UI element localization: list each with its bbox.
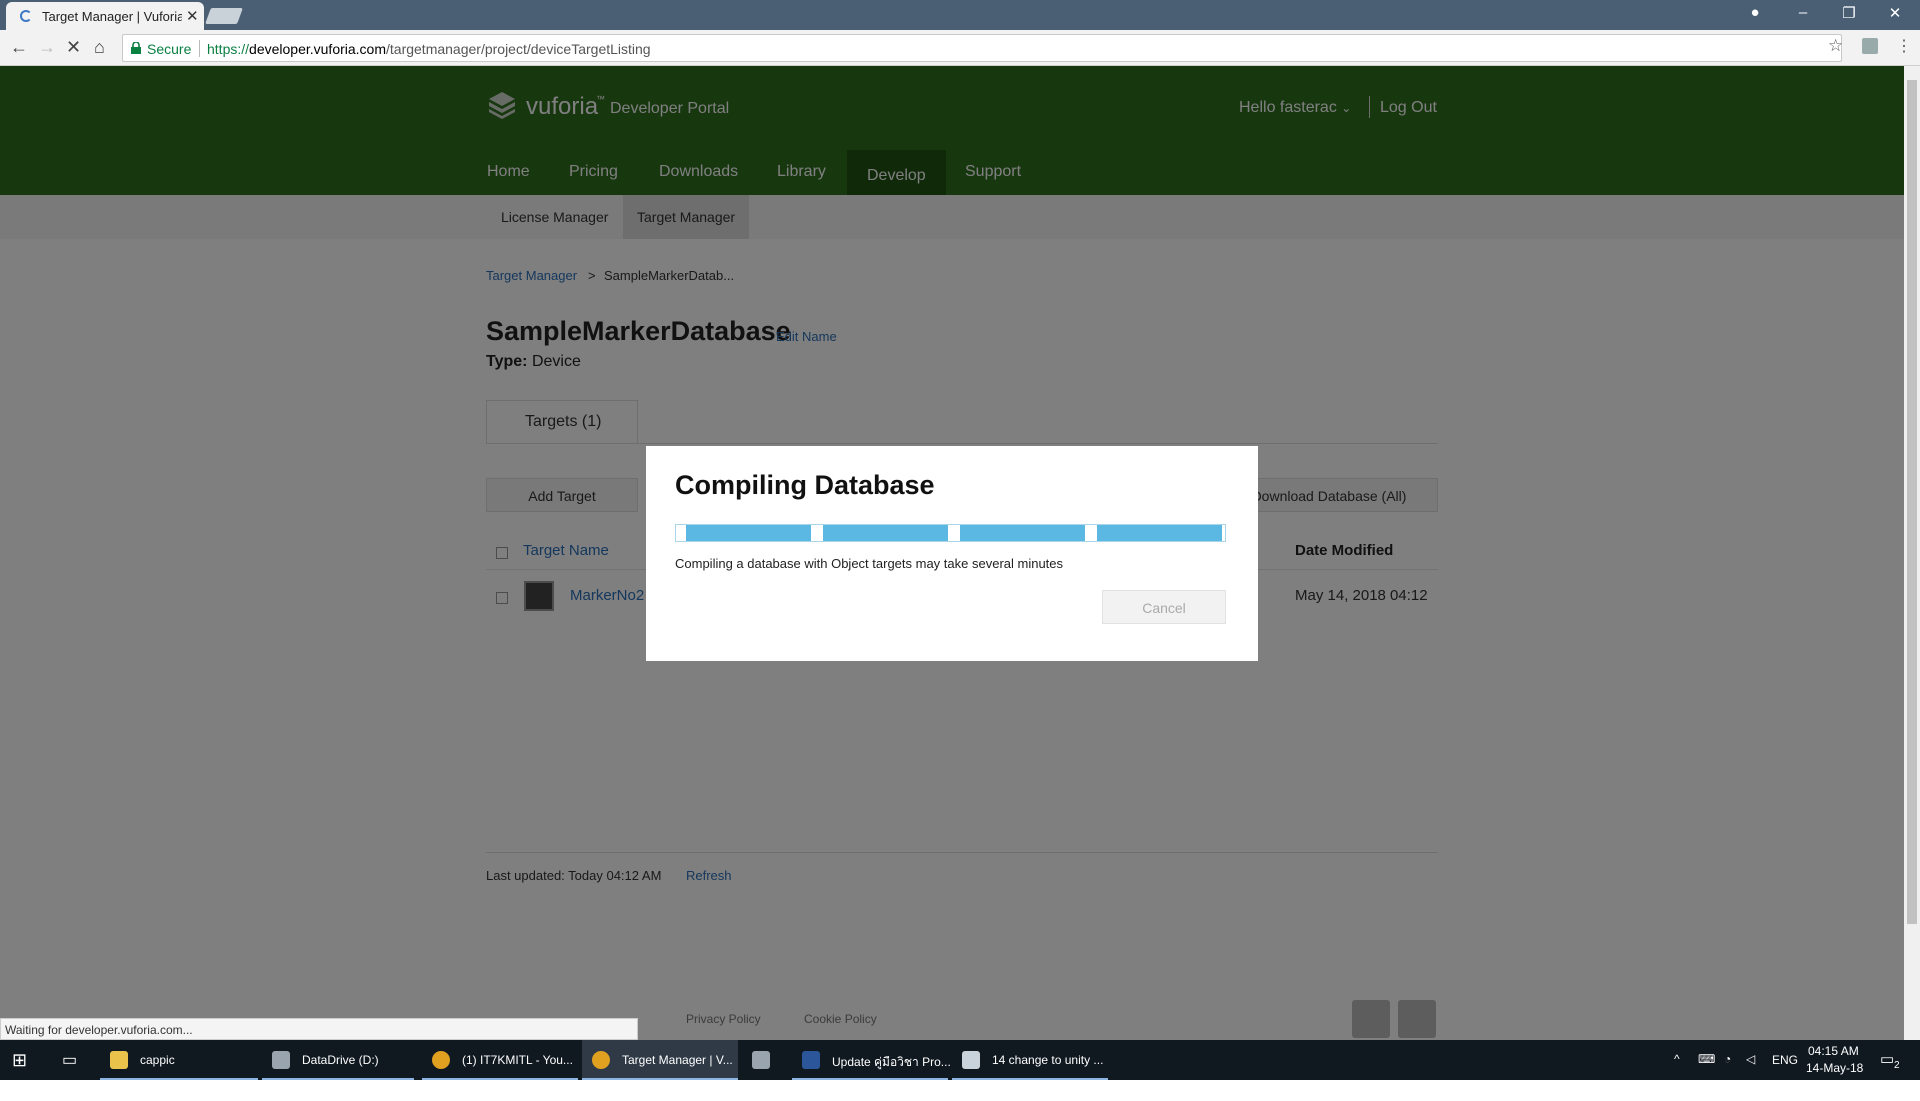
home-icon[interactable]: ⌂ bbox=[94, 37, 105, 58]
scrollbar-thumb[interactable] bbox=[1907, 80, 1917, 924]
new-tab-button[interactable] bbox=[205, 8, 243, 24]
windows-start-icon[interactable]: ⊞ bbox=[12, 1050, 27, 1071]
word-icon bbox=[802, 1051, 820, 1069]
url-host: developer.vuforia.com bbox=[249, 41, 386, 57]
secure-label: Secure bbox=[147, 41, 192, 57]
minimize-icon[interactable]: – bbox=[1788, 4, 1818, 21]
stop-icon[interactable]: ✕ bbox=[66, 37, 81, 58]
chrome-icon bbox=[432, 1051, 450, 1069]
taskbar-item-app[interactable] bbox=[742, 1040, 788, 1080]
app-icon bbox=[752, 1051, 770, 1069]
taskbar-item-paint[interactable]: 14 change to unity ... bbox=[952, 1040, 1108, 1080]
action-center-icon[interactable]: ▭ bbox=[1880, 1050, 1894, 1090]
window-close-icon[interactable]: ✕ bbox=[1880, 4, 1910, 22]
taskbar-item-datadrive[interactable]: DataDrive (D:) bbox=[262, 1040, 414, 1080]
forward-icon[interactable]: → bbox=[38, 37, 56, 58]
notification-count: 2 bbox=[1894, 1060, 1900, 1071]
compile-progress-bar bbox=[675, 524, 1226, 542]
taskbar-item-word[interactable]: Update คู่มือวิชา Pro... bbox=[792, 1040, 951, 1080]
address-bar[interactable]: Secure https://developer.vuforia.com/tar… bbox=[122, 34, 1842, 62]
url-text: https://developer.vuforia.com/targetmana… bbox=[207, 41, 651, 57]
back-icon[interactable]: ← bbox=[10, 37, 28, 58]
clock-date[interactable]: 14-May-18 bbox=[1806, 1061, 1863, 1101]
bookmark-star-icon[interactable]: ☆ bbox=[1828, 36, 1843, 56]
browser-menu-icon[interactable]: ⋮ bbox=[1896, 36, 1912, 56]
omnibox-divider bbox=[199, 40, 200, 57]
taskbar-item-chrome-target-manager[interactable]: Target Manager | V... bbox=[582, 1040, 738, 1080]
language-indicator[interactable]: ENG bbox=[1772, 1053, 1798, 1093]
url-scheme: https:// bbox=[207, 41, 250, 57]
url-path: /targetmanager/project/deviceTargetListi… bbox=[386, 41, 651, 57]
browser-toolbar: ← → ✕ ⌂ Secure https://developer.vuforia… bbox=[0, 30, 1920, 66]
tab-title: Target Manager | Vuforia bbox=[42, 9, 182, 24]
tray-chevron-icon[interactable]: ^ bbox=[1674, 1052, 1680, 1092]
dialog-message: Compiling a database with Object targets… bbox=[675, 556, 1064, 571]
taskbar-item-cappic[interactable]: cappic bbox=[100, 1040, 258, 1080]
loading-spinner-icon bbox=[20, 10, 32, 22]
taskbar-item-chrome-youtube[interactable]: (1) IT7KMITL - You... bbox=[422, 1040, 578, 1080]
browser-titlebar: Target Manager | Vuforia ✕ ● – ❐ ✕ bbox=[0, 0, 1920, 30]
tab-close-icon[interactable]: ✕ bbox=[186, 7, 199, 25]
wifi-icon[interactable]: ◔ bbox=[1724, 1052, 1731, 1092]
cancel-button[interactable]: Cancel bbox=[1102, 590, 1226, 624]
profile-icon[interactable]: ● bbox=[1740, 4, 1770, 21]
extension-icon[interactable] bbox=[1862, 38, 1878, 54]
task-view-icon[interactable]: ▭ bbox=[62, 1050, 77, 1070]
browser-tab-active[interactable]: Target Manager | Vuforia ✕ bbox=[6, 2, 204, 30]
progress-fill bbox=[676, 525, 1225, 541]
tray-keyboard-icon[interactable]: ⌨ bbox=[1698, 1052, 1715, 1092]
windows-taskbar: ⊞ ▭ cappic DataDrive (D:) (1) IT7KMITL -… bbox=[0, 1040, 1920, 1080]
chrome-icon bbox=[592, 1051, 610, 1069]
dialog-title: Compiling Database bbox=[675, 470, 935, 500]
status-bubble: Waiting for developer.vuforia.com... bbox=[0, 1018, 638, 1040]
paint-icon bbox=[962, 1051, 980, 1069]
restore-icon[interactable]: ❐ bbox=[1834, 4, 1864, 22]
drive-icon bbox=[272, 1051, 290, 1069]
compiling-dialog: Compiling Database Compiling a database … bbox=[646, 446, 1258, 661]
web-page: vuforia ™ Developer Portal Hello fastera… bbox=[0, 66, 1904, 1040]
lock-icon bbox=[131, 42, 141, 54]
volume-icon[interactable]: ◁ bbox=[1746, 1052, 1755, 1092]
folder-icon bbox=[110, 1051, 128, 1069]
